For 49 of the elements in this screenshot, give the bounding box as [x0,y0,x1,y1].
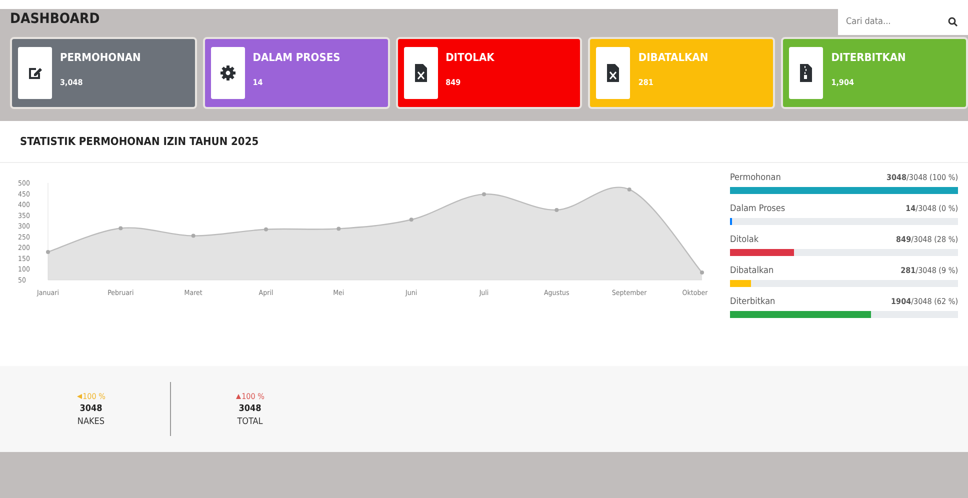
card-label: DALAM PROSES [252,51,340,64]
summary-value: 3048 [238,404,262,414]
zip-file-icon [800,64,812,82]
data-point [191,234,196,238]
data-point [46,250,50,254]
card-value: 3,048 [60,78,84,87]
summary-value: 3048 [80,404,102,414]
progress-reading: 281/3048 (9 %) [900,266,958,276]
progress-reading: 1904/3048 (62 %) [891,297,958,307]
data-point [627,187,632,192]
progress-reading: 14/3048 (0 %) [906,204,958,214]
card-label: DITOLAK [446,51,494,64]
data-point [700,270,704,274]
panel-title: STATISTIK PERMOHONAN IZIN TAHUN 2025 [0,121,968,163]
page-title: DASHBOARD [10,11,100,27]
card-label: DIBATALKAN [638,51,708,64]
card-value: 1,904 [831,78,855,87]
card-value: 14 [252,78,264,87]
summary-label: TOTAL [237,416,263,426]
edit-icon [27,65,43,81]
change-percent: 100 % [242,392,264,400]
progress-reading: 849/3048 (28 %) [896,235,958,245]
stat-card[interactable]: DITERBITKAN 1,904 [781,37,968,109]
data-point [554,208,559,212]
stat-card[interactable]: DALAM PROSES 14 [202,37,390,109]
file-x-icon [414,64,427,82]
search-field[interactable]: Cari data... [838,9,968,35]
data-point [336,226,341,231]
summary-label: NAKES [77,416,105,426]
search-icon[interactable] [948,17,958,27]
card-label: PERMOHONAN [60,51,141,64]
progress-label: Dibatalkan [730,266,774,276]
progress-label: Ditolak [730,235,759,245]
progress-reading: 3048/3048 (100 %) [886,173,958,183]
gear-icon [220,65,236,81]
card-value: 849 [446,78,462,87]
progress-label: Permohonan [730,173,781,183]
stat-card[interactable]: PERMOHONAN 3,048 [10,37,197,109]
progress-label: Dalam Proses [730,204,786,214]
stat-card[interactable]: DITOLAK 849 [396,37,582,109]
change-percent: 100 % [82,392,106,400]
data-point [118,226,123,230]
data-point [482,192,486,196]
card-value: 281 [638,78,654,87]
card-label: DITERBITKAN [831,51,906,64]
data-point [264,227,268,232]
file-x-icon [607,64,620,82]
progress-label: Diterbitkan [730,297,776,307]
data-point [409,218,414,222]
